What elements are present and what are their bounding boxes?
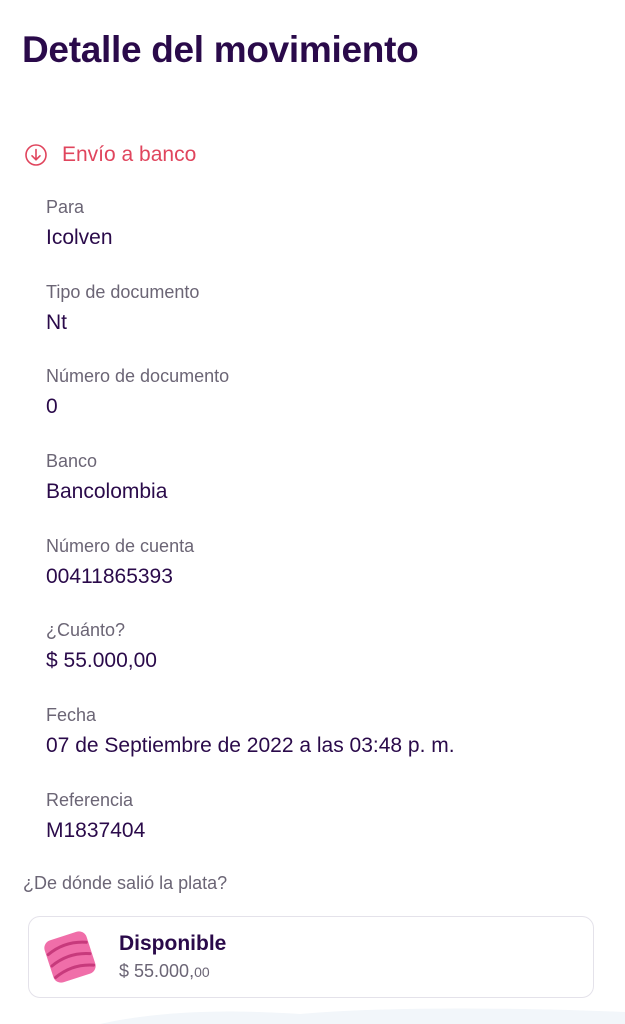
detail-value: Bancolombia [46, 480, 168, 504]
movement-type-label: Envío a banco [62, 143, 197, 166]
pocket-amount-main: $ 55.000, [119, 960, 195, 981]
detail-value: Nt [46, 310, 67, 334]
detail-numero-cuenta: Número de cuenta 00411865393 [46, 534, 606, 619]
bottom-decoration [100, 1008, 625, 1024]
pink-pocket-icon [44, 931, 96, 983]
detail-para: Para Icolven [46, 195, 606, 280]
detail-value: Icolven [46, 226, 113, 249]
movement-details: Para Icolven Tipo de documento Nt Número… [46, 195, 606, 873]
detail-label: Banco [46, 451, 98, 472]
detail-label: Número de cuenta [46, 535, 195, 556]
movement-type: Envío a banco [24, 140, 196, 170]
detail-value: $ 55.000,00 [46, 649, 157, 673]
arrow-down-circle-icon [25, 144, 47, 166]
detail-referencia: Referencia M1837404 [46, 788, 606, 873]
detail-label: Número de documento [46, 366, 230, 387]
detail-fecha: Fecha 07 de Septiembre de 2022 a las 03:… [46, 703, 606, 788]
pocket-amount-cents: 00 [194, 963, 210, 980]
detail-label: Tipo de documento [46, 281, 200, 302]
source-pocket-card[interactable]: Disponible $ 55.000,00 [28, 916, 594, 998]
detail-banco: Banco Bancolombia [46, 449, 606, 534]
detail-label: ¿Cuánto? [46, 620, 126, 641]
detail-label: Fecha [46, 705, 97, 726]
detail-tipo-documento: Tipo de documento Nt [46, 280, 606, 365]
pocket-info: Disponible $ 55.000,00 [119, 931, 226, 984]
detail-label: Para [46, 197, 85, 217]
page-title: Detalle del movimiento [22, 29, 419, 70]
detail-value: 0 [46, 395, 58, 419]
detail-value: 07 de Septiembre de 2022 a las 03:48 p. … [46, 734, 455, 758]
source-question: ¿De dónde salió la plata? [23, 873, 228, 893]
detail-numero-documento: Número de documento 0 [46, 364, 606, 449]
detail-label: Referencia [46, 789, 134, 810]
detail-value: M1837404 [46, 818, 146, 842]
detail-value: 00411865393 [46, 564, 173, 588]
pocket-name: Disponible [119, 931, 227, 955]
detail-cuanto: ¿Cuánto? $ 55.000,00 [46, 618, 606, 703]
pocket-amount: $ 55.000,00 [119, 959, 226, 984]
